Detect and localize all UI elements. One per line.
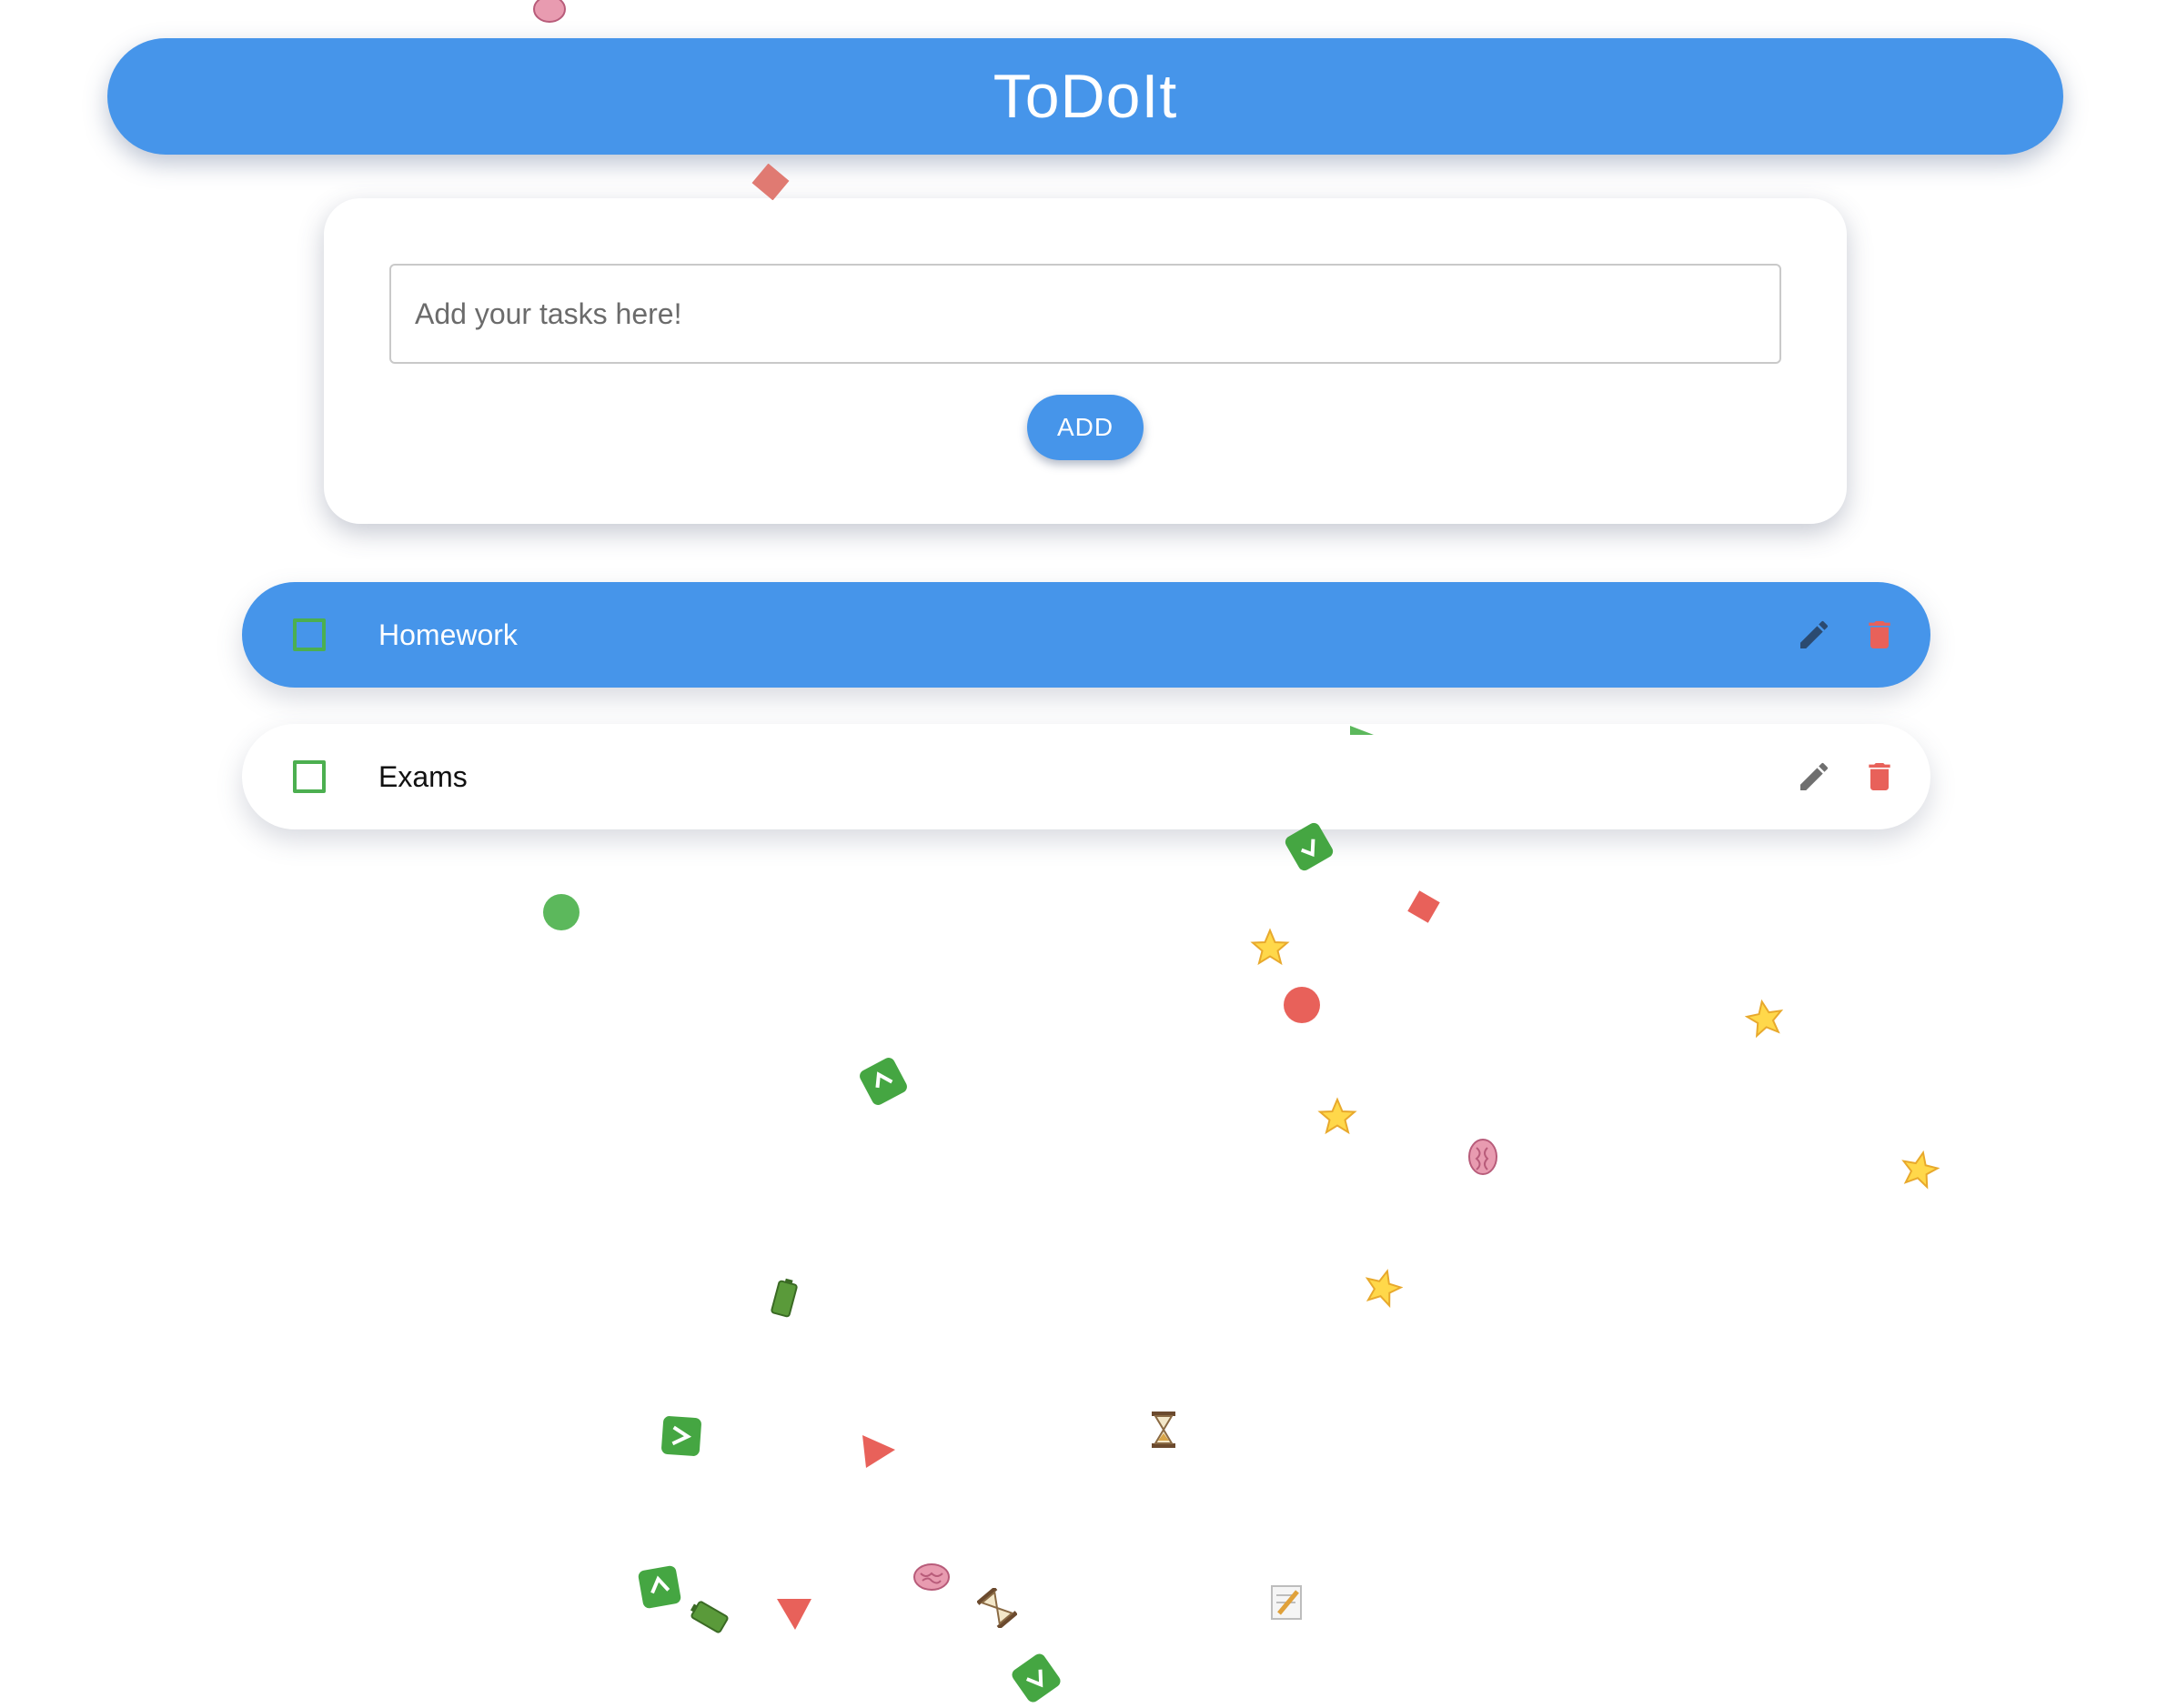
delete-task-button[interactable] [1858, 755, 1901, 799]
todo-app-page: ToDoIt ADD Homework Exams [0, 0, 2167, 1708]
battery-icon [771, 1278, 798, 1318]
star-icon [1317, 1097, 1357, 1135]
task-label: Homework [378, 618, 518, 651]
task-row-homework[interactable]: Homework [242, 582, 1930, 688]
hourglass-icon [977, 1588, 1017, 1628]
star-icon [1250, 928, 1290, 966]
task-checkbox[interactable] [293, 618, 326, 651]
confetti-red-triangle [862, 1435, 895, 1468]
brain-icon [533, 0, 566, 23]
add-button[interactable]: ADD [1027, 395, 1144, 460]
trash-icon [1869, 763, 1890, 790]
task-form-card: ADD [324, 198, 1847, 524]
check-square-icon [638, 1565, 681, 1609]
confetti-red-square [751, 164, 790, 200]
trash-icon [1869, 621, 1890, 648]
app-title: ToDoIt [993, 62, 1178, 131]
task-label: Exams [378, 759, 468, 793]
check-square-icon [1012, 1653, 1061, 1703]
hourglass-icon [1152, 1412, 1175, 1448]
confetti-green-circle [543, 894, 580, 930]
battery-icon [690, 1601, 729, 1633]
check-square-icon [1285, 822, 1334, 871]
edit-task-button[interactable] [1792, 613, 1836, 657]
check-square-icon [661, 1416, 701, 1456]
confetti-red-circle [1284, 987, 1320, 1023]
check-square-icon [860, 1058, 907, 1105]
star-icon [1365, 1269, 1403, 1308]
task-checkbox[interactable] [293, 760, 326, 793]
brain-icon [1468, 1139, 1497, 1175]
delete-task-button[interactable] [1858, 613, 1901, 657]
pencil-icon [1800, 762, 1829, 790]
star-icon [1745, 999, 1784, 1039]
brain-icon [913, 1563, 950, 1591]
task-row-exams[interactable]: Exams [242, 724, 1930, 829]
app-header: ToDoIt [107, 38, 2063, 155]
pencil-icon [1800, 620, 1829, 648]
confetti-red-triangle [777, 1599, 811, 1630]
memo-icon [1271, 1585, 1302, 1620]
confetti-red-square [1407, 890, 1440, 923]
edit-task-button[interactable] [1792, 755, 1836, 799]
star-icon [1901, 1150, 1940, 1190]
task-input[interactable] [389, 264, 1781, 364]
